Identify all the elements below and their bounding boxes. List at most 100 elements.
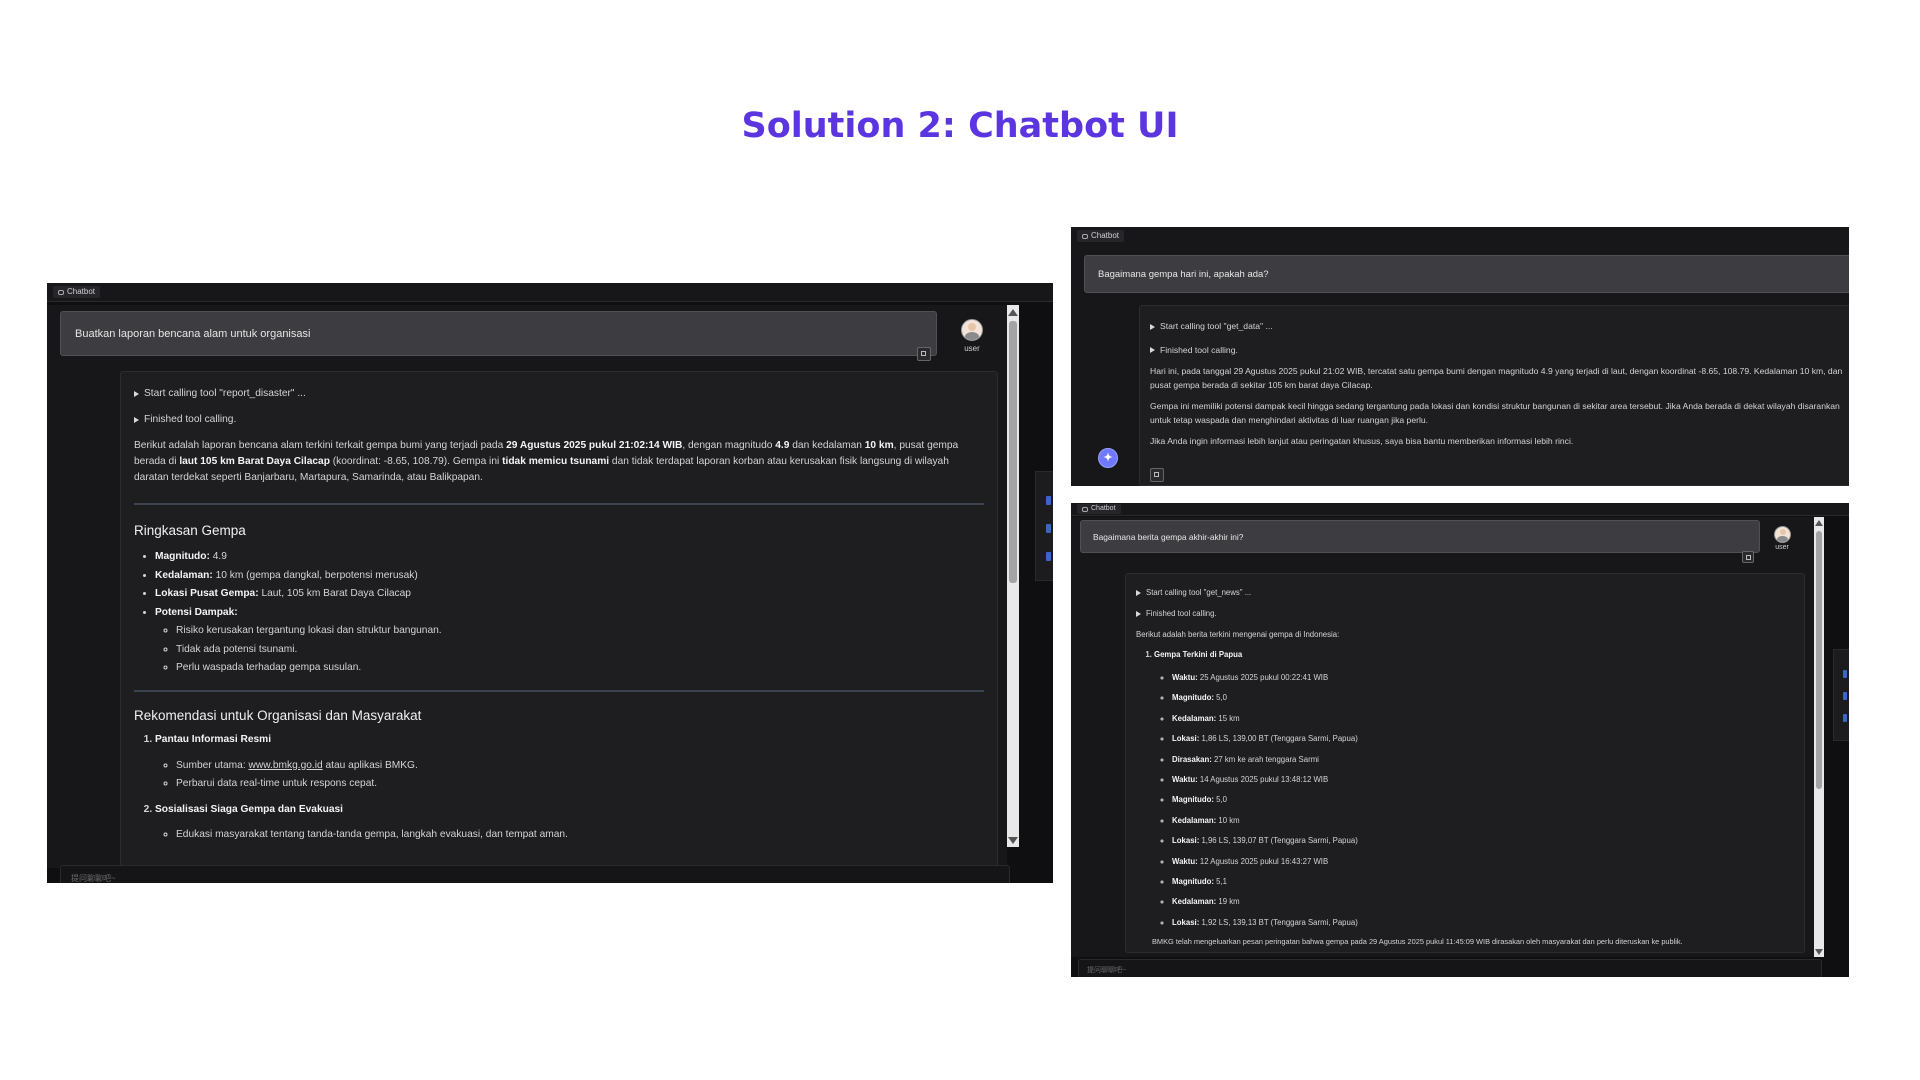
news-item-value: 5,0 [1214,693,1228,703]
recommendation-item: Sosialisasi Siaga Gempa dan Evakuasi Edu… [155,802,984,843]
flyout-marker[interactable] [1046,496,1051,505]
chat-input[interactable]: 提问聊聊吧~ [1078,959,1822,977]
news-item-list: Waktu: 25 Agustus 2025 pukul 00:22:41 WI… [1154,668,1794,933]
summary-value: 10 km (gempa dangkal, berpotensi merusak… [212,569,418,581]
copy-icon[interactable] [917,347,931,361]
scrollbar-thumb[interactable] [1816,531,1822,789]
summary-label: Potensi Dampak: [155,606,238,618]
scroll-down-icon[interactable] [1815,949,1823,955]
news-item-value: 14 Agustus 2025 pukul 13:48:12 WIB [1197,775,1329,785]
divider [134,503,984,505]
chat-input-placeholder: 提问聊聊吧~ [1087,967,1127,974]
news-item-value: 1,86 LS, 139,00 BT (Tenggara Sarmi, Papu… [1199,734,1358,744]
flyout-marker[interactable] [1046,524,1051,533]
impact-item: Tidak ada potensi tsunami. [176,641,984,660]
chat-history[interactable]: Buatkan laporan bencana alam untuk organ… [47,305,1007,868]
user-message-text: Buatkan laporan bencana alam untuk organ… [75,327,311,340]
news-list: Gempa Terkini di Papua Waktu: 25 Agustus… [1136,648,1794,933]
user-message-text: Bagaimana berita gempa akhir-akhir ini? [1093,531,1244,542]
news-item-label: Lokasi: [1172,734,1200,744]
chat-history[interactable]: Bagaimana gempa hari ini, apakah ada? ✦ … [1071,245,1849,486]
subitem-text: Sumber utama: [176,759,249,771]
news-item: Dirasakan: 27 km ke arah tenggara Sarmi [1172,750,1794,770]
bot-paragraph: Hari ini, pada tanggal 29 Agustus 2025 p… [1150,366,1843,390]
news-footer-text: BMKG telah mengeluarkan pesan peringatan… [1152,937,1683,947]
news-item: Kedalaman: 15 km [1172,709,1794,729]
chat-input-placeholder: 提问聊聊吧~ [71,874,116,883]
user-avatar-label: user [1775,544,1789,551]
bot-message-bubble: Start calling tool "get_data" ... Finish… [1139,305,1849,486]
intro-text: Berikut adalah laporan bencana alam terk… [134,440,507,451]
intro-bold-depth: 10 km [864,440,894,451]
summary-list: Magnitudo: 4.9 Kedalaman: 10 km (gempa d… [134,548,984,678]
recommendation-sublist: Sumber utama: www.bmkg.go.id atau aplika… [155,757,984,794]
news-item-label: Kedalaman: [1172,897,1217,907]
tool-call-finished[interactable]: Finished tool calling. [1136,607,1794,620]
user-avatar [1774,526,1791,543]
news-item: Magnitudo: 5,0 [1172,688,1794,708]
chat-icon [1082,506,1088,512]
chat-icon [1082,233,1088,239]
bot-message-bubble: Start calling tool "report_disaster" ...… [120,371,998,868]
user-message-bubble: Bagaimana berita gempa akhir-akhir ini? [1080,520,1760,553]
chatbot-tab[interactable]: Chatbot [1077,504,1121,514]
tool-call-finished[interactable]: Finished tool calling. [1150,344,1848,358]
news-section: Gempa Terkini di Papua Waktu: 25 Agustus… [1154,648,1794,933]
recommendation-subitem: Sumber utama: www.bmkg.go.id atau aplika… [176,757,984,776]
flyout-marker[interactable] [1843,670,1847,678]
news-item-value: 5,0 [1214,795,1228,805]
impact-item: Perlu waspada terhadap gempa susulan. [176,659,984,678]
recommendation-heading: Rekomendasi untuk Organisasi dan Masyara… [134,707,422,723]
panel-tabbar: Chatbot [1071,503,1849,516]
triangle-right-icon [1150,323,1155,330]
news-item: Lokasi: 1,86 LS, 139,00 BT (Tenggara Sar… [1172,729,1794,749]
chatbot-tab[interactable]: Chatbot [53,286,101,298]
tool-call-start-text: Start calling tool "get_data" ... [1160,321,1273,331]
slide-title: Solution 2: Chatbot UI [741,106,1179,146]
summary-label: Lokasi Pusat Gempa: [155,588,259,599]
chat-history[interactable]: Bagaimana berita gempa akhir-akhir ini? … [1071,517,1815,957]
chatbot-panel-bottom-right: Chatbot Bagaimana berita gempa akhir-akh… [1071,503,1849,977]
chat-input[interactable]: 提问聊聊吧~ [60,865,1010,883]
tool-call-start[interactable]: Start calling tool "get_news" ... [1136,586,1794,599]
scroll-down-icon[interactable] [1008,837,1018,844]
news-item-value: 12 Agustus 2025 pukul 16:43:27 WIB [1197,856,1329,866]
copy-icon[interactable] [1150,468,1164,482]
news-item-label: Waktu: [1172,856,1198,866]
intro-text: dan kedalaman [789,440,865,451]
news-item-value: 1,96 LS, 139,07 BT (Tenggara Sarmi, Papu… [1199,836,1358,846]
flyout-marker[interactable] [1046,552,1051,561]
intro-text: (koordinat: -8.65, 108.79). Gempa ini [329,456,503,467]
side-flyout [1035,471,1053,581]
recommendation-title: Pantau Informasi Resmi [155,733,272,745]
chat-scrollbar[interactable] [1007,305,1019,847]
scroll-up-icon[interactable] [1815,520,1823,526]
news-item-value: 15 km [1216,713,1240,723]
chatbot-tab[interactable]: Chatbot [1077,230,1125,242]
summary-value: Laut, 105 km Barat Daya Cilacap [258,588,411,599]
scroll-up-icon[interactable] [1008,309,1018,316]
news-item-value: 10 km [1216,815,1240,825]
report-intro: Berikut adalah laporan bencana alam terk… [134,438,984,486]
news-section-title: Gempa Terkini di Papua [1154,650,1243,659]
flyout-marker[interactable] [1843,692,1847,700]
news-item-value: 19 km [1216,897,1240,907]
tool-call-start[interactable]: Start calling tool "get_data" ... [1150,320,1848,334]
user-message-bubble: Bagaimana gempa hari ini, apakah ada? [1084,255,1849,293]
chatbot-tab-label: Chatbot [1091,505,1116,512]
summary-item: Magnitudo: 4.9 [155,548,984,567]
tool-call-start-text: Start calling tool "report_disaster" ... [144,388,306,399]
panel-tabbar: Chatbot [1071,227,1849,246]
chat-scrollbar[interactable] [1814,517,1824,957]
news-item-label: Magnitudo: [1172,877,1215,887]
news-item-label: Magnitudo: [1172,693,1215,703]
scrollbar-thumb[interactable] [1009,321,1017,583]
bmkg-link[interactable]: www.bmkg.go.id [248,760,322,771]
flyout-marker[interactable] [1843,714,1847,722]
impact-list: Risiko kerusakan tergantung lokasi dan s… [155,622,984,678]
tool-call-finished[interactable]: Finished tool calling. [134,412,984,428]
news-item: Lokasi: 1,92 LS, 139,13 BT (Tenggara Sar… [1172,913,1794,933]
copy-icon[interactable] [1742,551,1754,563]
news-item: Waktu: 12 Agustus 2025 pukul 16:43:27 WI… [1172,852,1794,872]
tool-call-start[interactable]: Start calling tool "report_disaster" ... [134,386,984,402]
